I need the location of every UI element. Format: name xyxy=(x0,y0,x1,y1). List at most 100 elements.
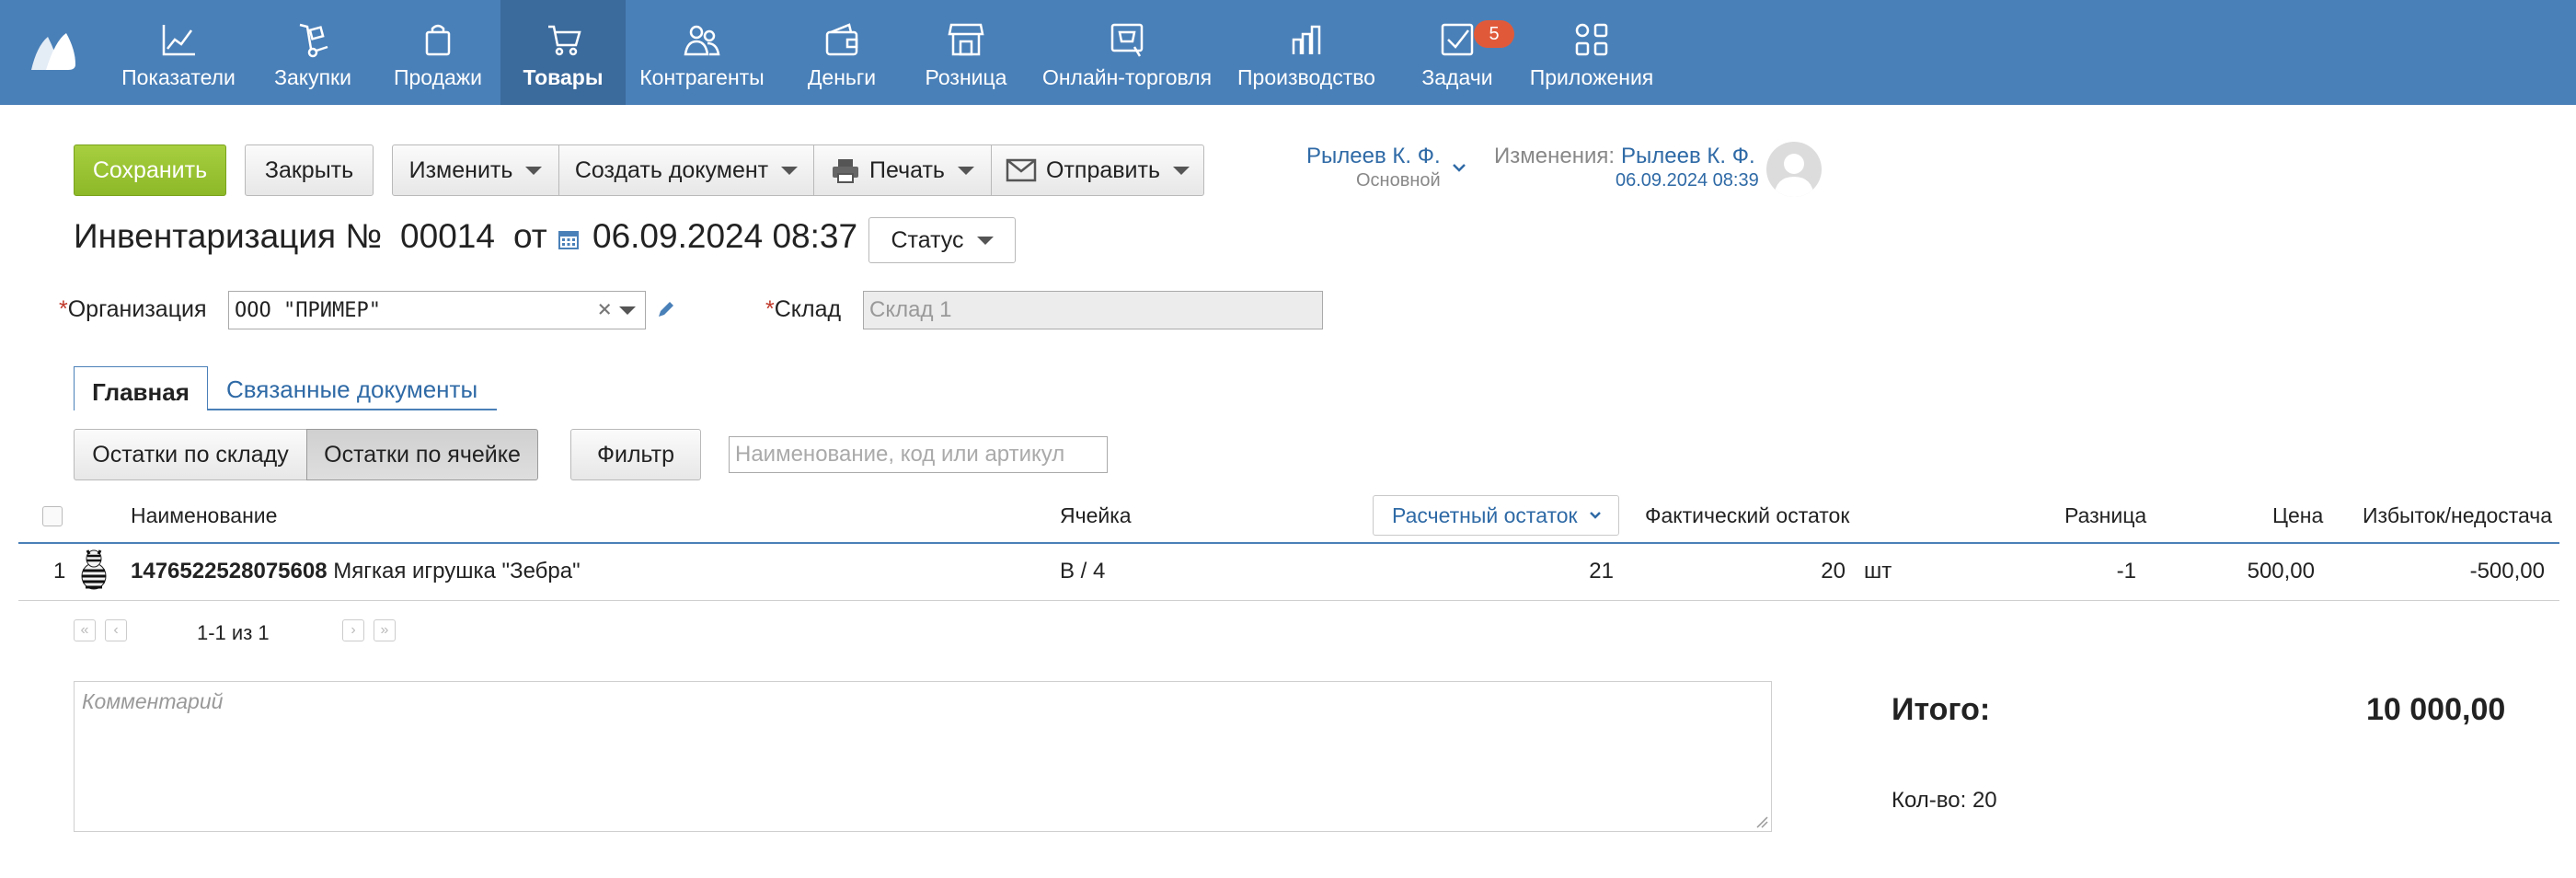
nav-item-indicators[interactable]: Показатели xyxy=(118,0,239,105)
save-button[interactable]: Сохранить xyxy=(74,144,226,196)
total-value: 10 000,00 xyxy=(2366,692,2506,727)
envelope-icon xyxy=(1006,158,1037,182)
create-document-dropdown-button[interactable]: Создать документ xyxy=(558,144,814,196)
search-input[interactable]: Наименование, код или артикул xyxy=(729,436,1108,473)
logo-icon[interactable] xyxy=(28,28,79,74)
column-header-calculated-stock[interactable]: Расчетный остаток xyxy=(1373,495,1619,536)
nav-item-counterparties[interactable]: Контрагенты xyxy=(635,0,769,105)
organization-field[interactable]: ООО "ПРИМЕР" × xyxy=(228,291,646,329)
nav-label: Розница xyxy=(925,64,1007,89)
product-code: 1476522528075608 xyxy=(131,559,328,583)
nav-item-money[interactable]: Деньги xyxy=(791,0,892,105)
storefront-icon xyxy=(948,23,984,55)
nav-label: Задачи xyxy=(1421,64,1493,89)
printer-icon xyxy=(833,159,859,183)
people-icon xyxy=(684,25,720,55)
column-header-surplus-shortage[interactable]: Избыток/недостача xyxy=(2363,503,2552,528)
actual-stock-input[interactable]: 20 xyxy=(1794,559,1846,584)
nav-item-retail[interactable]: Розница xyxy=(911,0,1021,105)
caret-down-icon xyxy=(976,236,994,245)
nav-item-apps[interactable]: Приложения xyxy=(1527,0,1656,105)
zebra-toy-thumbnail[interactable] xyxy=(75,549,112,595)
status-dropdown[interactable]: Статус xyxy=(868,217,1016,263)
cell-value: В / 4 xyxy=(1060,559,1106,583)
changes-label: Изменения: xyxy=(1494,144,1616,168)
edit-dropdown-button[interactable]: Изменить xyxy=(392,144,559,196)
close-button[interactable]: Закрыть xyxy=(245,144,374,196)
doc-number: 00014 xyxy=(400,217,495,255)
chart-line-icon xyxy=(162,24,195,55)
create-document-label: Создать документ xyxy=(574,156,769,183)
resize-handle-icon[interactable] xyxy=(1755,815,1768,828)
warehouse-field[interactable]: Склад 1 xyxy=(863,291,1323,329)
nav-item-tasks[interactable]: Задачи xyxy=(1402,0,1512,105)
nav-label: Контрагенты xyxy=(639,64,765,89)
wallet-icon xyxy=(825,22,858,55)
print-label: Печать xyxy=(869,156,945,183)
nav-label: Закупки xyxy=(274,64,351,89)
status-label: Статус xyxy=(891,226,964,253)
nav-item-production[interactable]: Производство xyxy=(1233,0,1380,105)
difference-value: -1 xyxy=(2116,559,2136,583)
checkbox-icon xyxy=(1441,23,1474,55)
tasks-count-badge: 5 xyxy=(1474,20,1514,48)
filter-button[interactable]: Фильтр xyxy=(570,429,701,480)
caret-down-icon xyxy=(525,166,543,175)
caret-down-icon xyxy=(957,166,974,175)
nav-item-online-trade[interactable]: Онлайн-торговля xyxy=(1040,0,1214,105)
nav-label: Производство xyxy=(1237,64,1375,89)
caret-down-icon[interactable] xyxy=(619,306,636,315)
changes-user-link[interactable]: Рылеев К. Ф. xyxy=(1621,144,1755,169)
organization-value: ООО "ПРИМЕР" xyxy=(235,298,381,322)
nav-item-goods[interactable]: Товары xyxy=(500,0,626,105)
tab-related-documents[interactable]: Связанные документы xyxy=(226,375,477,404)
doc-date[interactable]: 06.09.2024 08:37 xyxy=(592,217,857,256)
select-all-checkbox[interactable] xyxy=(42,506,63,526)
column-header-price[interactable]: Цена xyxy=(2272,503,2323,528)
surplus-value: -500,00 xyxy=(2469,559,2545,583)
clear-icon[interactable]: × xyxy=(597,295,612,323)
changes-date: 06.09.2024 08:39 xyxy=(1616,170,1759,191)
nav-label: Приложения xyxy=(1529,64,1654,89)
calendar-icon[interactable] xyxy=(558,228,580,250)
nav-item-purchases[interactable]: Закупки xyxy=(258,0,368,105)
apps-grid-icon xyxy=(1575,23,1608,55)
stock-by-cell-button[interactable]: Остатки по ячейке xyxy=(306,429,538,480)
doc-title: Инвентаризация № xyxy=(74,217,383,255)
product-name-cell[interactable]: 1476522528075608 Мягкая игрушка "Зебра" xyxy=(131,559,581,584)
top-navigation: Показатели Закупки Продажи Товары Контра… xyxy=(0,0,2576,105)
quantity-count: Кол-во: 20 xyxy=(1892,788,1997,813)
send-dropdown-button[interactable]: Отправить xyxy=(991,144,1204,196)
pencil-icon[interactable] xyxy=(655,298,677,320)
doc-from: от xyxy=(512,217,547,255)
print-dropdown-button[interactable]: Печать xyxy=(813,144,992,196)
column-header-difference[interactable]: Разница xyxy=(2064,503,2146,528)
last-page-button[interactable]: » xyxy=(374,619,396,641)
owner-name-link[interactable]: Рылеев К. Ф. xyxy=(1306,144,1441,169)
column-header-name[interactable]: Наименование xyxy=(131,503,277,528)
row-divider xyxy=(18,600,2559,601)
column-header-cell[interactable]: Ячейка xyxy=(1060,503,1132,528)
next-page-button[interactable]: › xyxy=(342,619,364,641)
owner-group: Основной xyxy=(1356,170,1441,191)
stock-by-warehouse-button[interactable]: Остатки по складу xyxy=(74,429,307,480)
comment-textarea[interactable]: Комментарий xyxy=(74,681,1772,832)
table-header-divider xyxy=(18,542,2559,544)
send-label: Отправить xyxy=(1046,156,1160,183)
nav-label: Деньги xyxy=(807,64,877,89)
nav-label: Продажи xyxy=(393,64,483,89)
shopping-bag-icon xyxy=(425,24,451,55)
avatar[interactable] xyxy=(1766,142,1822,197)
org-label: *Организация xyxy=(59,296,207,322)
total-label: Итого: xyxy=(1892,692,1991,727)
chevron-down-icon[interactable] xyxy=(1452,162,1466,173)
page-title: Инвентаризация № 00014 от xyxy=(74,217,566,256)
first-page-button[interactable]: « xyxy=(74,619,96,641)
tab-main[interactable]: Главная xyxy=(74,366,208,410)
column-header-actual-stock[interactable]: Фактический остаток xyxy=(1645,503,1849,528)
prev-page-button[interactable]: ‹ xyxy=(105,619,127,641)
caret-down-icon xyxy=(781,166,799,175)
nav-item-sales[interactable]: Продажи xyxy=(385,0,491,105)
nav-label: Показатели xyxy=(121,64,236,89)
row-number: 1 xyxy=(53,559,66,583)
